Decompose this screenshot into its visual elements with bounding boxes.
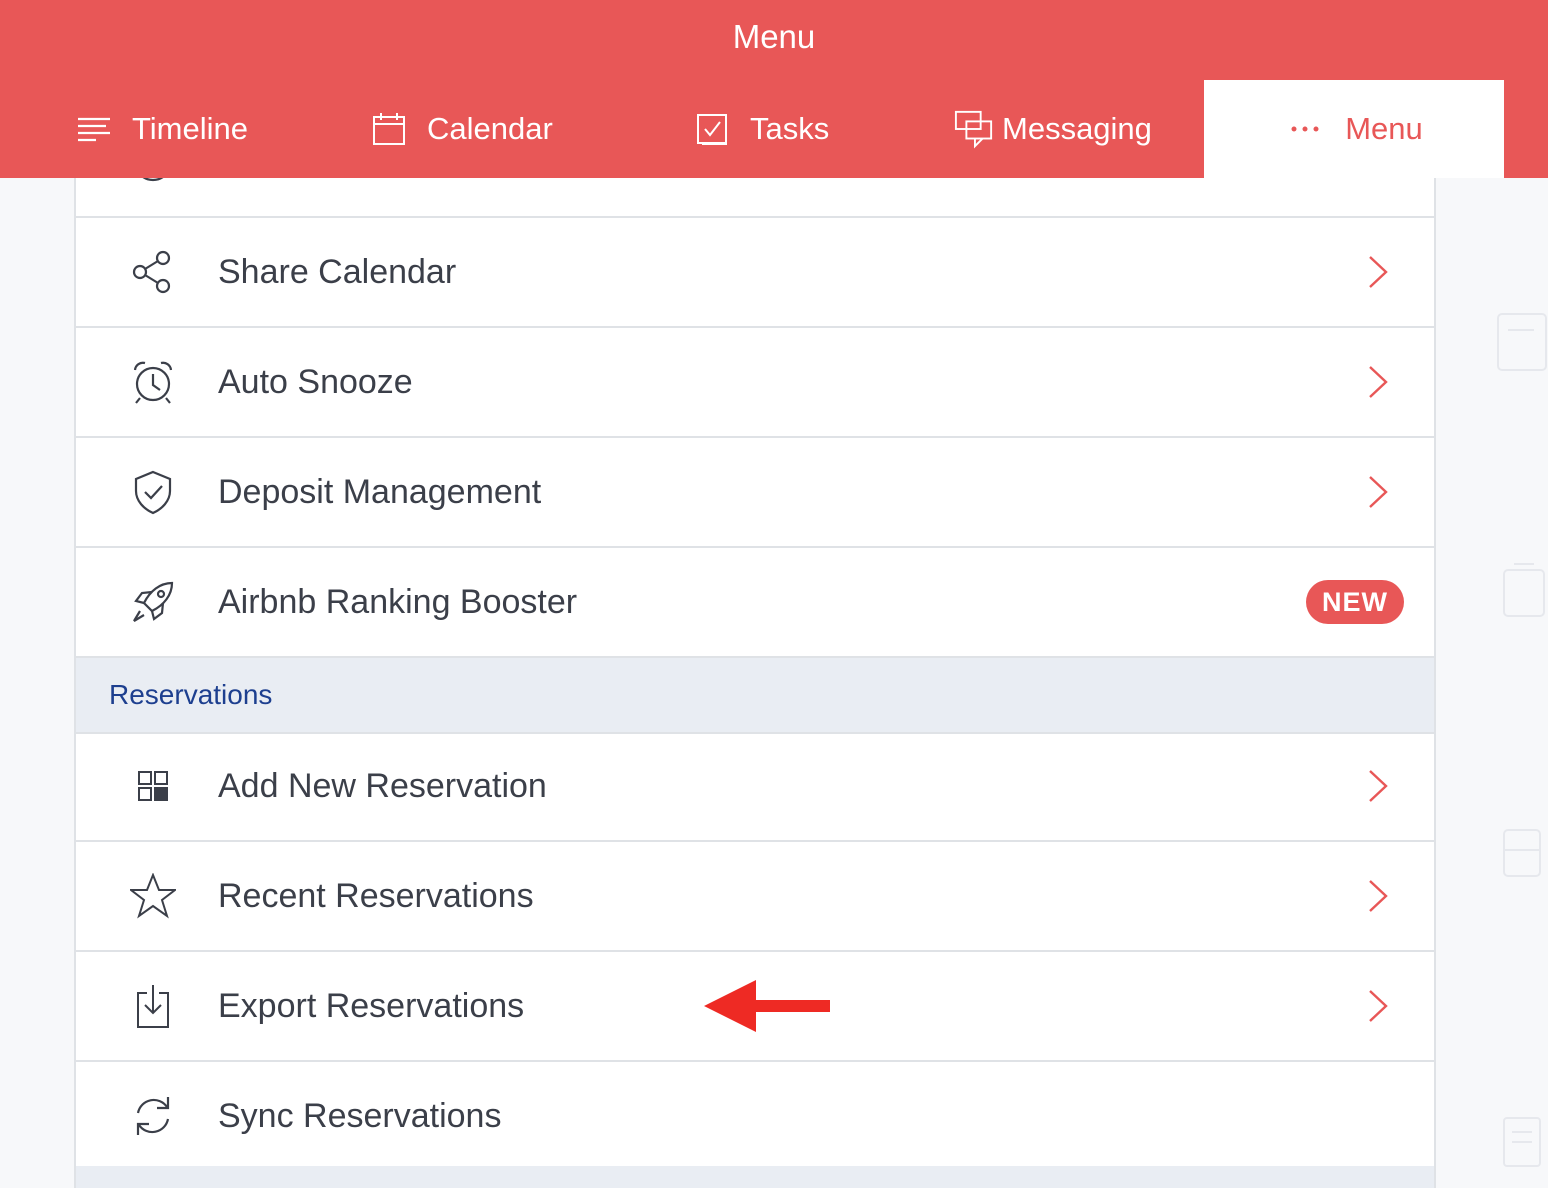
- share-icon: [130, 249, 176, 295]
- grid-add-icon: [130, 763, 176, 809]
- chevron-right-icon: [1362, 768, 1392, 804]
- tab-messaging[interactable]: Messaging: [954, 80, 1152, 178]
- chevron-right-icon: [1362, 878, 1392, 914]
- menu-item-label: Airbnb Ranking Booster: [218, 583, 578, 621]
- sync-icon: [130, 1093, 176, 1139]
- page-title: Menu: [732, 18, 816, 55]
- menu-item-label: Recent Reservations: [218, 877, 534, 915]
- menu-item-sync-reservations[interactable]: Sync Reservations: [76, 1062, 1434, 1172]
- more-dots-icon: [1285, 109, 1325, 149]
- calendar-icon: [369, 109, 409, 149]
- section-title: Reservations: [109, 679, 273, 710]
- tab-tasks[interactable]: Tasks: [692, 80, 829, 178]
- rocket-icon: [130, 579, 176, 625]
- timeline-icon: [74, 109, 114, 149]
- background-decoration-icon: [1500, 560, 1548, 625]
- new-badge: NEW: [1306, 580, 1404, 624]
- tab-label: Timeline: [132, 111, 248, 146]
- tasks-icon: [692, 109, 732, 149]
- menu-item-label: Sync Reservations: [218, 1097, 502, 1135]
- star-icon: [128, 872, 178, 919]
- chevron-right-icon: [1362, 988, 1392, 1024]
- tab-label: Menu: [1345, 111, 1423, 146]
- tab-label: Calendar: [427, 111, 553, 146]
- annotation-arrow-icon: [704, 980, 834, 1037]
- menu-item-label: Add New Reservation: [218, 767, 547, 805]
- tab-timeline[interactable]: Timeline: [74, 80, 248, 178]
- background-decoration-icon: [1500, 1110, 1544, 1175]
- shield-check-icon: [130, 469, 176, 515]
- tab-calendar[interactable]: Calendar: [369, 80, 553, 178]
- tab-menu[interactable]: Menu: [1204, 80, 1504, 178]
- tab-label: Messaging: [1002, 111, 1152, 146]
- background-decoration-icon: [1494, 310, 1548, 379]
- top-bar: Menu Timeline Calendar Tasks Messaging M…: [0, 0, 1548, 178]
- chevron-right-icon: [1362, 254, 1392, 290]
- menu-item-auto-snooze[interactable]: Auto Snooze: [76, 328, 1434, 438]
- chevron-right-icon: [1362, 474, 1392, 510]
- messaging-icon: [954, 109, 994, 149]
- menu-item-label: Export Reservations: [218, 987, 525, 1025]
- section-header-reservations: Reservations: [76, 658, 1434, 734]
- menu-item-add-new-reservation[interactable]: Add New Reservation: [76, 732, 1434, 842]
- alarm-clock-icon: [130, 359, 176, 405]
- menu-item-recent-reservations[interactable]: Recent Reservations: [76, 842, 1434, 952]
- menu-item-label: Auto Snooze: [218, 363, 413, 401]
- background-decoration-icon: [1500, 820, 1544, 885]
- menu-item-share-calendar[interactable]: Share Calendar: [76, 218, 1434, 328]
- menu-item-label: Deposit Management: [218, 473, 542, 511]
- menu-item-label: Share Calendar: [218, 253, 457, 291]
- chevron-right-icon: [1362, 364, 1392, 400]
- menu-item-deposit-management[interactable]: Deposit Management: [76, 438, 1434, 548]
- tab-label: Tasks: [750, 111, 830, 146]
- export-icon: [130, 983, 176, 1029]
- section-header: [76, 1166, 1434, 1188]
- menu-item-icon: [130, 178, 176, 185]
- menu-item-airbnb-ranking-booster[interactable]: Airbnb Ranking Booster NEW: [76, 548, 1434, 658]
- list-item[interactable]: [76, 178, 1434, 218]
